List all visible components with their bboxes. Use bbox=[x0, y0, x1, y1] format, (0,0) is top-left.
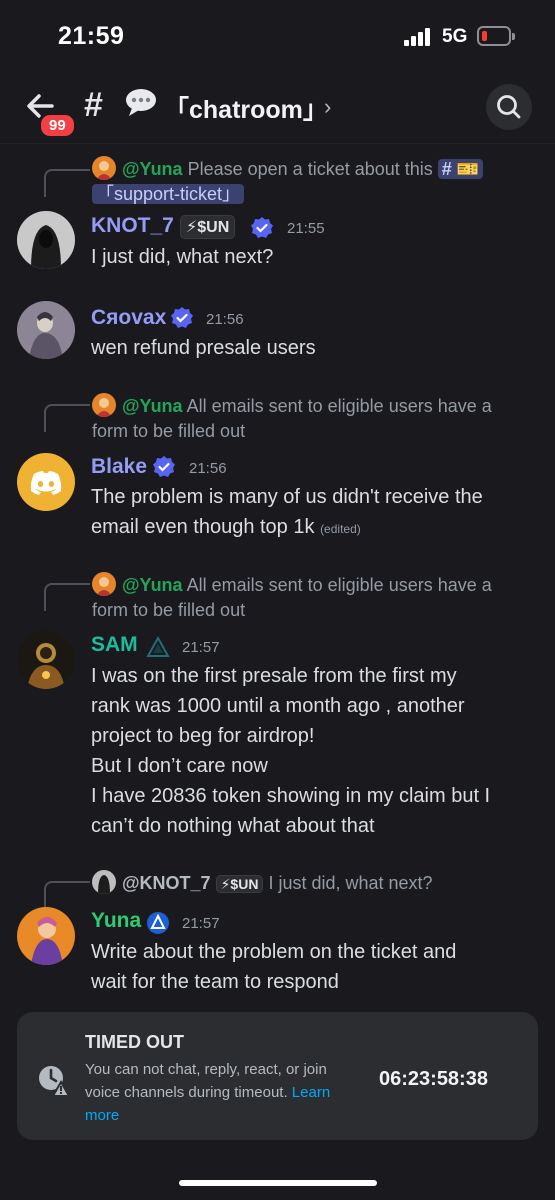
timestamp: 21:55 bbox=[287, 220, 325, 237]
message-body-line1: The problem is many of us didn't receive… bbox=[91, 486, 483, 508]
clock-warning-icon bbox=[39, 1066, 71, 1097]
reply-avatar bbox=[92, 870, 116, 894]
timeout-description-text: You can not chat, reply, react, or join … bbox=[85, 1061, 327, 1101]
yuna-role-icon bbox=[147, 912, 169, 934]
verified-badge-icon bbox=[171, 307, 193, 328]
message-body-line: rank was 1000 until a month ago , anothe… bbox=[91, 695, 465, 717]
reply-preview[interactable]: @KNOT_7 ⚡$UN I just did, what next? bbox=[122, 871, 532, 896]
verified-badge-icon bbox=[153, 456, 175, 477]
reply-preview[interactable]: @Yuna All emails sent to eligible users … bbox=[122, 573, 522, 597]
unread-badge: 99 bbox=[38, 112, 77, 139]
message-body: I just did, what next? bbox=[91, 246, 274, 268]
username-yuna[interactable]: Yuna bbox=[91, 909, 141, 933]
message-body-line1: Write about the problem on the ticket an… bbox=[91, 941, 457, 963]
reply-text: All emails sent to eligible users have a bbox=[186, 396, 492, 416]
timeout-countdown: 06:23:58:38 bbox=[379, 1068, 488, 1090]
search-icon bbox=[497, 95, 521, 119]
message-body-line: I was on the first presale from the firs… bbox=[91, 665, 457, 687]
channel-name[interactable]: 「chatroom」 bbox=[164, 90, 328, 126]
sam-role-icon bbox=[146, 635, 170, 657]
timeout-title: TIMED OUT bbox=[85, 1032, 184, 1052]
reply-avatar bbox=[92, 156, 116, 180]
reply-mention: @Yuna bbox=[122, 396, 183, 416]
discord-logo-icon[interactable] bbox=[17, 453, 75, 511]
reply-avatar bbox=[92, 393, 116, 417]
avatar-yuna[interactable] bbox=[17, 907, 75, 965]
edited-label: (edited) bbox=[320, 522, 361, 536]
server-tag: ⚡$UN bbox=[215, 875, 264, 893]
signal-icon bbox=[404, 28, 432, 46]
username-sam[interactable]: SAM bbox=[91, 633, 138, 657]
message-body-line: project to beg for airdrop! bbox=[91, 725, 315, 747]
reply-mention: @Yuna bbox=[122, 159, 183, 179]
reply-connector bbox=[44, 169, 90, 197]
reply-preview[interactable]: @Yuna All emails sent to eligible users … bbox=[122, 394, 522, 418]
chevron-right-icon[interactable]: › bbox=[324, 94, 331, 120]
timestamp: 21:56 bbox=[206, 311, 244, 328]
message-body-line: But I don’t care now bbox=[91, 755, 268, 777]
reply-connector bbox=[44, 404, 90, 432]
username-cryovax[interactable]: Cяovax bbox=[91, 306, 166, 330]
reply-connector bbox=[44, 881, 90, 909]
message-body-line2: email even though top 1k (edited) bbox=[91, 512, 361, 544]
reply-text: All emails sent to eligible users have a bbox=[186, 575, 492, 595]
reply-preview[interactable]: @Yuna Please open a ticket about this # … bbox=[122, 157, 522, 181]
avatar-cryovax[interactable] bbox=[17, 301, 75, 359]
reply-text-continued: form to be filled out bbox=[92, 421, 246, 441]
message-body-text: email even though top 1k bbox=[91, 516, 315, 538]
battery-icon bbox=[477, 26, 515, 46]
timestamp: 21:56 bbox=[189, 460, 227, 477]
speech-bubble-icon bbox=[124, 86, 158, 118]
message-body-line: I have 20836 token showing in my claim b… bbox=[91, 785, 491, 807]
hash-icon: # bbox=[84, 86, 103, 124]
status-bar: 21:59 5G bbox=[0, 0, 555, 72]
channel-chip-icon: # 🎫 bbox=[437, 159, 484, 179]
reply-avatar bbox=[92, 572, 116, 596]
home-indicator[interactable] bbox=[179, 1180, 377, 1186]
status-time: 21:59 bbox=[58, 22, 125, 50]
channel-header: 99 # 「chatroom」 › bbox=[0, 72, 555, 144]
username-blake[interactable]: Blake bbox=[91, 455, 147, 479]
reply-connector bbox=[44, 583, 90, 611]
timeout-panel: TIMED OUT You can not chat, reply, react… bbox=[17, 1012, 538, 1140]
support-ticket-chip[interactable]: 「support-ticket」 bbox=[92, 184, 245, 204]
timeout-description: You can not chat, reply, react, or join … bbox=[85, 1058, 365, 1127]
timestamp: 21:57 bbox=[182, 915, 220, 932]
reply-text-continued: form to be filled out bbox=[92, 600, 246, 620]
message-body: wen refund presale users bbox=[91, 337, 316, 359]
server-tag[interactable]: ⚡$UN bbox=[180, 215, 236, 239]
reply-mention: @KNOT_7 bbox=[122, 873, 211, 893]
timestamp: 21:57 bbox=[182, 639, 220, 656]
verified-badge-icon bbox=[251, 217, 273, 238]
reply-mention: @Yuna bbox=[122, 575, 183, 595]
avatar-sam[interactable] bbox=[17, 631, 75, 689]
channel-mention[interactable]: 「support-ticket」 bbox=[92, 182, 245, 206]
avatar-knot7[interactable] bbox=[17, 211, 75, 269]
network-label: 5G bbox=[442, 26, 468, 47]
message-body-line: can’t do nothing what about that bbox=[91, 815, 375, 837]
search-button[interactable] bbox=[486, 84, 532, 130]
reply-text: I just did, what next? bbox=[268, 873, 433, 893]
message-list[interactable]: @Yuna Please open a ticket about this # … bbox=[0, 145, 555, 1005]
reply-text: Please open a ticket about this bbox=[187, 159, 433, 179]
username-knot7[interactable]: KNOT_7 bbox=[91, 214, 174, 238]
message-body-line2: wait for the team to respond bbox=[91, 971, 339, 993]
